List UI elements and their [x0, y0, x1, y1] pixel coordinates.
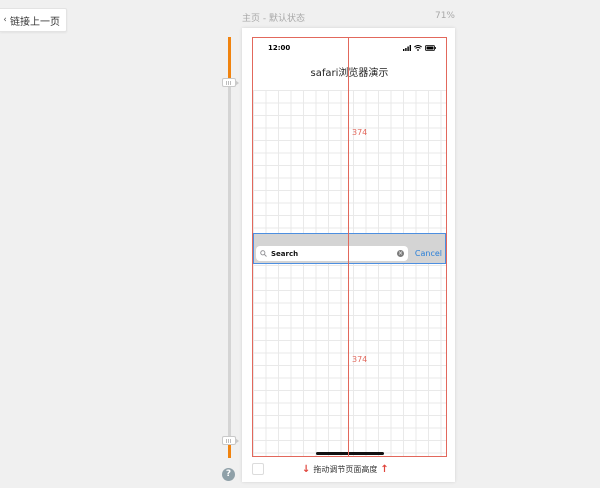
- search-placeholder: Search: [271, 249, 299, 258]
- top-drag-handle[interactable]: [222, 78, 239, 87]
- clear-icon[interactable]: ×: [397, 250, 404, 257]
- nav-title: safari浏览器演示: [253, 58, 446, 90]
- bottom-measurement-label: 374: [352, 355, 368, 364]
- center-guide-line: [348, 37, 349, 457]
- chevron-left-icon: ‹: [3, 15, 7, 25]
- grip-icon: [226, 438, 232, 443]
- drag-hint-label: 拖动调节页面高度: [313, 465, 378, 474]
- cancel-button[interactable]: Cancel: [415, 246, 442, 261]
- help-icon[interactable]: ?: [222, 468, 235, 481]
- search-bar-overlay[interactable]: Search × Cancel: [253, 233, 446, 264]
- search-icon: [260, 250, 267, 257]
- top-measurement-label: 374: [352, 128, 368, 137]
- zoom-level: 71%: [434, 11, 455, 21]
- arrow-down-icon: ↓: [302, 463, 311, 475]
- signal-icon: [403, 45, 411, 51]
- wifi-icon: [414, 45, 422, 51]
- bottom-drag-handle[interactable]: [222, 436, 239, 445]
- grip-icon: [226, 80, 232, 85]
- home-indicator: [316, 452, 384, 455]
- status-icons: [403, 45, 436, 51]
- drag-hint: ↓ 拖动调节页面高度 ↑: [302, 464, 389, 475]
- back-link-label: 链接上一页: [10, 16, 60, 28]
- height-slider-top-segment: [228, 37, 231, 80]
- arrow-up-icon: ↑: [380, 463, 389, 475]
- status-time: 12:00: [268, 44, 291, 52]
- back-link-button[interactable]: ‹ 链接上一页: [0, 8, 67, 32]
- page-info-bar: 主页 - 默认状态 71%: [242, 11, 455, 24]
- battery-icon: [425, 45, 436, 51]
- search-input[interactable]: Search ×: [256, 246, 408, 261]
- options-checkbox[interactable]: [252, 463, 264, 475]
- height-slider-track[interactable]: [228, 37, 231, 457]
- status-bar: 12:00: [253, 38, 446, 58]
- phone-preview: 12:00 safari浏览器演示 Search × Cancel: [252, 37, 447, 457]
- page-title: 主页 - 默认状态: [242, 14, 305, 24]
